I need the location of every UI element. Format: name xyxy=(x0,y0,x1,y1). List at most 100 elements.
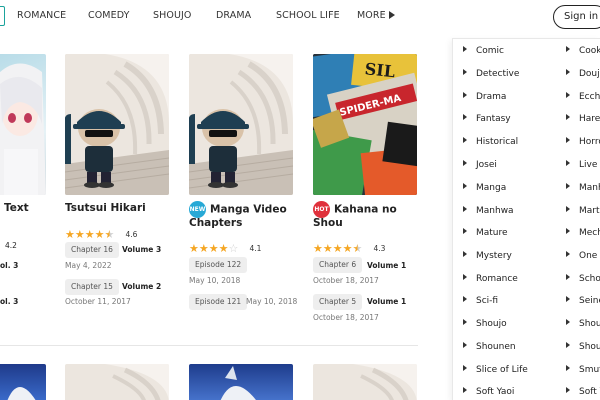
genre-link[interactable]: One s xyxy=(566,251,600,261)
chapter-chip[interactable]: Chapter 15 xyxy=(65,279,119,295)
chapter-chip[interactable]: Chapter 16 xyxy=(65,242,119,258)
nav-comedy[interactable]: COMEDY xyxy=(88,10,130,21)
genre-link-romance[interactable]: Romance xyxy=(463,274,518,284)
nav-drama[interactable]: DRAMA xyxy=(216,10,251,21)
half-star-icon: ★ xyxy=(352,242,363,255)
caret-right-icon xyxy=(566,92,570,98)
caret-right-icon xyxy=(463,296,467,302)
chapter-date: May 4, 2022 xyxy=(65,261,112,270)
genre-link-historical[interactable]: Historical xyxy=(463,137,518,147)
card-title-line[interactable]: Chapters xyxy=(189,216,242,230)
manga-cover-image[interactable] xyxy=(0,54,46,195)
chapter-chip[interactable]: Chapter 6 xyxy=(313,257,363,273)
genre-link[interactable]: Seine xyxy=(566,296,600,306)
manga-cover-image[interactable] xyxy=(65,54,169,195)
manga-cover-image[interactable] xyxy=(189,54,293,195)
caret-right-icon xyxy=(566,228,570,234)
card-title-line[interactable]: Shou xyxy=(313,216,343,230)
card-title[interactable]: Text xyxy=(4,202,29,214)
genre-link-slice-of-life[interactable]: Slice of Life xyxy=(463,365,528,375)
rating-value: 4.3 xyxy=(373,244,386,253)
genre-link[interactable]: Mech xyxy=(566,228,600,238)
manga-cover-image[interactable] xyxy=(189,364,293,400)
genre-link[interactable]: Marti xyxy=(566,206,600,216)
caret-right-icon[interactable] xyxy=(389,11,395,19)
caret-right-icon xyxy=(566,69,570,75)
genre-link-mystery[interactable]: Mystery xyxy=(463,251,512,261)
card-title-line: Manga Video xyxy=(210,203,287,216)
genre-link[interactable]: Shou xyxy=(566,319,600,329)
star-icon: ★ xyxy=(198,242,209,255)
rating-value: 4.1 xyxy=(249,244,262,253)
caret-right-icon xyxy=(463,319,467,325)
caret-right-icon xyxy=(463,342,467,348)
genre-link-fantasy[interactable]: Fantasy xyxy=(463,114,511,124)
genre-link-manhwa[interactable]: Manhwa xyxy=(463,206,514,216)
star-icon: ★ xyxy=(332,242,343,255)
genre-link-detective[interactable]: Detective xyxy=(463,69,519,79)
caret-right-icon xyxy=(566,296,570,302)
caret-right-icon xyxy=(463,69,467,75)
section-divider xyxy=(0,345,418,346)
top-navigation: ROMANCE COMEDY SHOUJO DRAMA SCHOOL LIFE … xyxy=(0,0,600,37)
nav-shoujo[interactable]: SHOUJO xyxy=(153,10,191,21)
chapter-date: May 10, 2018 xyxy=(189,276,241,285)
nav-more[interactable]: MORE xyxy=(357,10,386,21)
star-icon: ★ xyxy=(74,228,85,241)
caret-right-icon xyxy=(566,137,570,143)
volume-label[interactable]: ol. 3 xyxy=(0,297,18,306)
genre-link-soft-yaoi[interactable]: Soft Yaoi xyxy=(463,387,514,397)
genre-link[interactable]: Hare xyxy=(566,114,600,124)
caret-right-icon xyxy=(566,387,570,393)
genre-link[interactable]: Ecch xyxy=(566,92,600,102)
signin-button[interactable]: Sign in xyxy=(553,5,600,29)
star-icon: ★ xyxy=(84,228,95,241)
episode-chip[interactable]: Episode 121 xyxy=(189,294,248,310)
genre-link[interactable]: Live a xyxy=(566,160,600,170)
nav-romance[interactable]: ROMANCE xyxy=(17,10,66,21)
star-icon: ★ xyxy=(313,242,323,255)
genre-link[interactable]: Douji xyxy=(566,69,600,79)
star-rating: ★★★★★ 4.6 xyxy=(65,223,137,241)
caret-right-icon xyxy=(463,228,467,234)
nav-school-life[interactable]: SCHOOL LIFE xyxy=(276,10,340,21)
genre-link-shoujo[interactable]: Shoujo xyxy=(463,319,507,329)
volume-label[interactable]: Volume 1 xyxy=(367,261,406,270)
genre-link-josei[interactable]: Josei xyxy=(463,160,497,170)
caret-right-icon xyxy=(566,160,570,166)
volume-label[interactable]: Volume 2 xyxy=(122,282,161,291)
genre-link-mature[interactable]: Mature xyxy=(463,228,508,238)
genre-link[interactable]: Scho xyxy=(566,274,600,284)
episode-chip[interactable]: Episode 122 xyxy=(189,257,248,273)
manga-cover-image[interactable] xyxy=(0,364,46,400)
rating-value: 4.6 xyxy=(125,230,138,239)
caret-right-icon xyxy=(463,274,467,280)
vinyl-figure-photo xyxy=(189,54,293,195)
volume-label[interactable]: ol. 3 xyxy=(0,261,18,270)
manga-cover-image[interactable] xyxy=(313,364,417,400)
chapter-chip[interactable]: Chapter 5 xyxy=(313,294,363,310)
genre-link-manga[interactable]: Manga xyxy=(463,183,506,193)
genre-link[interactable]: Manh xyxy=(566,183,600,193)
genre-link[interactable]: Horro xyxy=(566,137,600,147)
genre-link-sci-fi[interactable]: Sci-fi xyxy=(463,296,498,306)
genre-link[interactable]: Smut xyxy=(566,365,600,375)
caret-right-icon xyxy=(463,92,467,98)
star-icon: ★ xyxy=(322,242,333,255)
manga-cover-image[interactable] xyxy=(65,364,169,400)
genre-link-shounen[interactable]: Shounen xyxy=(463,342,516,352)
home-nav-edge[interactable] xyxy=(0,6,5,26)
vinyl-figure-photo xyxy=(353,364,417,400)
card-title[interactable]: Tsutsui Hikari xyxy=(65,201,146,215)
volume-label[interactable]: Volume 3 xyxy=(122,245,161,254)
anime-girl-figure xyxy=(0,63,46,195)
genre-link[interactable]: Cook xyxy=(566,46,600,56)
genre-link-drama[interactable]: Drama xyxy=(463,92,506,102)
star-icon: ★ xyxy=(218,242,229,255)
genre-link[interactable]: Shou xyxy=(566,342,600,352)
manga-cover-image[interactable]: SIL SPIDER-MA xyxy=(313,54,417,195)
volume-label[interactable]: Volume 1 xyxy=(367,297,406,306)
genre-link-comic[interactable]: Comic xyxy=(463,46,504,56)
genre-link[interactable]: Soft Y xyxy=(566,387,600,397)
caret-right-icon xyxy=(463,387,467,393)
